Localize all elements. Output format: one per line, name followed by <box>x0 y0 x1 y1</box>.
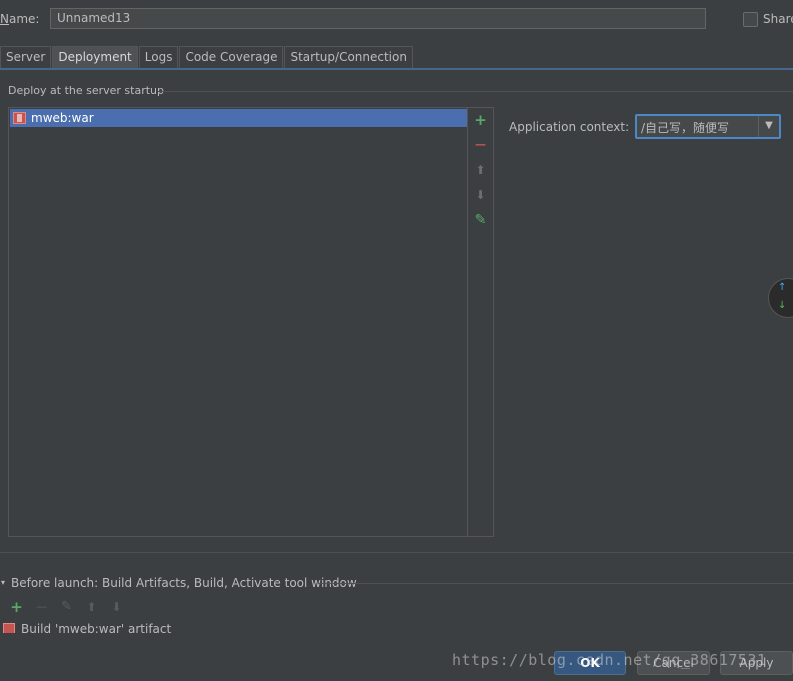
tab-deployment[interactable]: Deployment <box>52 46 138 68</box>
deploy-section-title: Deploy at the server startup <box>8 84 165 97</box>
before-launch-line <box>318 583 793 584</box>
before-launch-title[interactable]: Before launch: Build Artifacts, Build, A… <box>11 576 357 590</box>
task-down-icon[interactable]: ⬇ <box>104 598 129 616</box>
collapse-triangle-icon[interactable]: ▾ <box>1 578 5 587</box>
edit-pencil-icon[interactable]: ✎ <box>468 209 493 231</box>
name-input[interactable]: Unnamed13 <box>50 8 706 29</box>
before-launch-task-row[interactable]: Build 'mweb:war' artifact <box>0 621 793 633</box>
task-up-icon[interactable]: ⬆ <box>79 598 104 616</box>
deploy-list-item[interactable]: mweb:war <box>10 109 467 127</box>
before-launch-divider <box>0 552 793 553</box>
share-checkbox[interactable] <box>743 12 758 27</box>
cancel-button[interactable]: Cancel <box>637 651 710 675</box>
tab-server[interactable]: Server <box>0 46 52 68</box>
move-down-icon[interactable]: ⬇ <box>468 184 493 206</box>
war-artifact-icon <box>13 112 26 124</box>
network-speed-widget[interactable]: ↑ ↓ <box>768 278 793 318</box>
dropdown-arrow-icon[interactable]: ▼ <box>758 116 779 137</box>
add-icon[interactable]: + <box>468 109 493 131</box>
application-context-value[interactable]: /自己写，随便写 <box>637 116 758 137</box>
remove-icon[interactable]: — <box>468 134 493 156</box>
tab-logs[interactable]: Logs <box>138 46 179 68</box>
remove-task-icon[interactable]: — <box>29 598 54 616</box>
apply-button[interactable]: Apply <box>720 651 793 675</box>
tab-underline <box>0 68 793 70</box>
deploy-list[interactable]: mweb:war <box>8 107 468 537</box>
section-divider <box>158 91 793 92</box>
share-label: Share <box>763 12 793 26</box>
deploy-item-label: mweb:war <box>31 111 94 125</box>
download-arrow-icon: ↓ <box>778 300 787 311</box>
before-launch-task-label: Build 'mweb:war' artifact <box>21 622 172 633</box>
before-launch-toolbar: + — ✎ ⬆ ⬇ <box>4 598 129 616</box>
edit-task-icon[interactable]: ✎ <box>54 598 79 616</box>
application-context-label: Application context: <box>509 120 630 134</box>
application-context-combobox[interactable]: /自己写，随便写 ▼ <box>635 114 781 139</box>
move-up-icon[interactable]: ⬆ <box>468 159 493 181</box>
upload-arrow-icon: ↑ <box>778 282 787 293</box>
name-label: Name: <box>0 12 40 26</box>
tab-bar: Server Deployment Logs Code Coverage Sta… <box>0 46 414 69</box>
ok-button[interactable]: OK <box>554 651 626 675</box>
deploy-toolbar: + — ⬆ ⬇ ✎ <box>467 107 494 537</box>
tab-code-coverage[interactable]: Code Coverage <box>179 46 284 68</box>
tab-startup-connection[interactable]: Startup/Connection <box>284 46 413 68</box>
build-artifact-icon <box>3 623 15 633</box>
add-task-icon[interactable]: + <box>4 598 29 616</box>
